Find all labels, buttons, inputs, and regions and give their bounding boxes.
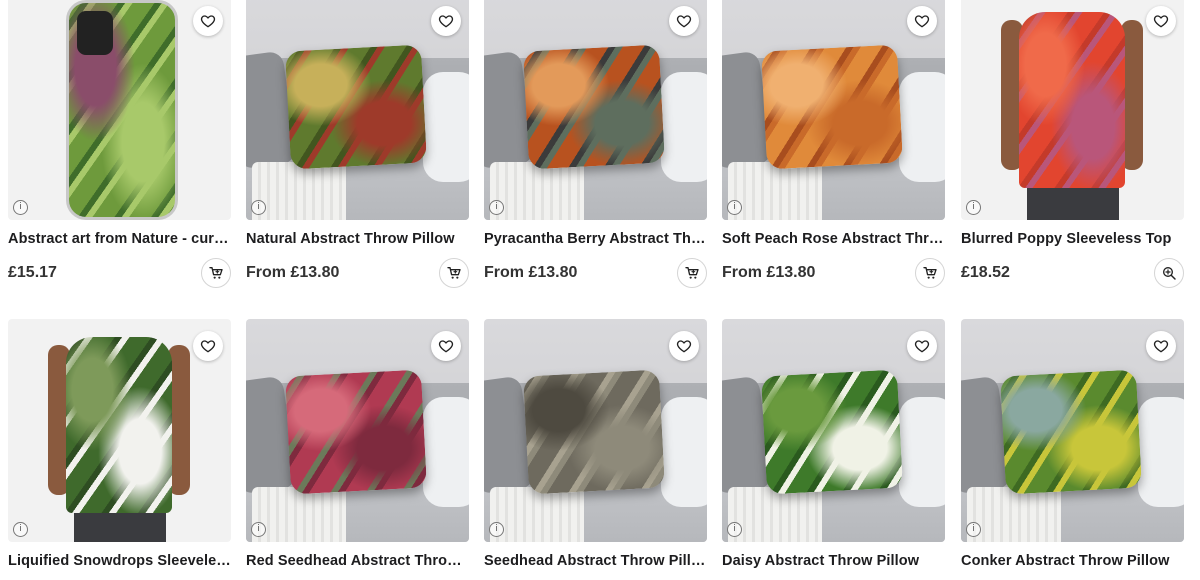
product-price: From £13.80 — [246, 264, 340, 281]
product-image[interactable]: i — [722, 0, 945, 220]
product-title[interactable]: Daisy Abstract Throw Pillow — [722, 553, 945, 569]
cart-icon — [922, 265, 938, 281]
product-title[interactable]: Soft Peach Rose Abstract Throw... — [722, 231, 945, 247]
knitted-throw — [967, 487, 1061, 542]
heart-icon[interactable] — [669, 6, 699, 36]
knitted-throw — [252, 487, 346, 542]
heart-icon[interactable] — [907, 331, 937, 361]
info-icon[interactable]: i — [251, 200, 266, 215]
info-icon[interactable]: i — [13, 522, 28, 537]
knitted-throw — [252, 162, 346, 220]
pillow-artwork — [523, 44, 665, 170]
pillow-artwork — [761, 44, 903, 170]
cart-icon — [208, 265, 224, 281]
info-icon[interactable]: i — [727, 200, 742, 215]
product-image[interactable]: i — [484, 0, 707, 220]
product-image[interactable]: i — [961, 319, 1184, 542]
heart-icon[interactable] — [1146, 331, 1176, 361]
add-to-cart-button[interactable] — [201, 258, 231, 288]
product-title[interactable]: Liquified Snowdrops Sleeveless ... — [8, 553, 231, 569]
white-cushion — [899, 397, 945, 507]
pillow-artwork — [523, 369, 665, 495]
product-title[interactable]: Natural Abstract Throw Pillow — [246, 231, 469, 247]
info-icon[interactable]: i — [966, 522, 981, 537]
product-price: From £13.80 — [484, 264, 578, 281]
white-cushion — [661, 397, 707, 507]
product-card[interactable]: i Blurred Poppy Sleeveless Top £18.52 — [961, 0, 1184, 289]
product-image[interactable]: i — [246, 319, 469, 542]
heart-icon[interactable] — [907, 6, 937, 36]
heart-icon[interactable] — [669, 331, 699, 361]
product-card[interactable]: i Seedhead Abstract Throw Pillow — [484, 319, 707, 569]
product-card[interactable]: i Red Seedhead Abstract Throw P... — [246, 319, 469, 569]
knitted-throw — [490, 162, 584, 220]
add-to-cart-button[interactable] — [915, 258, 945, 288]
info-icon[interactable]: i — [489, 522, 504, 537]
product-card[interactable]: i Daisy Abstract Throw Pillow — [722, 319, 945, 569]
heart-icon[interactable] — [193, 331, 223, 361]
add-to-cart-button[interactable] — [677, 258, 707, 288]
white-cushion — [423, 397, 469, 507]
product-card[interactable]: i Liquified Snowdrops Sleeveless ... — [8, 319, 231, 569]
sleeveless-top-artwork — [1019, 12, 1125, 188]
product-image[interactable]: i — [961, 0, 1184, 220]
white-cushion — [1138, 397, 1184, 507]
cart-icon — [684, 265, 700, 281]
model-pants — [74, 509, 166, 542]
info-icon[interactable]: i — [966, 200, 981, 215]
pillow-artwork — [1000, 369, 1142, 495]
product-card[interactable]: i Abstract art from Nature - curre... £1… — [8, 0, 231, 289]
product-title[interactable]: Abstract art from Nature - curre... — [8, 231, 231, 247]
product-card[interactable]: i Conker Abstract Throw Pillow — [961, 319, 1184, 569]
product-image[interactable]: i — [722, 319, 945, 542]
info-icon[interactable]: i — [489, 200, 504, 215]
product-image[interactable]: i — [8, 0, 231, 220]
white-cushion — [423, 72, 469, 182]
product-title[interactable]: Red Seedhead Abstract Throw P... — [246, 553, 469, 569]
product-price: £15.17 — [8, 264, 57, 281]
knitted-throw — [490, 487, 584, 542]
product-image[interactable]: i — [484, 319, 707, 542]
info-icon[interactable]: i — [13, 200, 28, 215]
white-cushion — [661, 72, 707, 182]
model-torso — [1001, 4, 1143, 220]
product-image[interactable]: i — [246, 0, 469, 220]
heart-icon[interactable] — [431, 331, 461, 361]
phone-case-artwork — [66, 0, 178, 220]
white-cushion — [899, 72, 945, 182]
product-image[interactable]: i — [8, 319, 231, 542]
product-price: From £13.80 — [722, 264, 816, 281]
heart-icon[interactable] — [1146, 6, 1176, 36]
zoom-button[interactable] — [1154, 258, 1184, 288]
product-price: £18.52 — [961, 264, 1010, 281]
product-card[interactable]: i Natural Abstract Throw Pillow From £13… — [246, 0, 469, 289]
pillow-artwork — [761, 369, 903, 495]
info-icon[interactable]: i — [251, 522, 266, 537]
product-title[interactable]: Seedhead Abstract Throw Pillow — [484, 553, 707, 569]
product-card[interactable]: i Soft Peach Rose Abstract Throw... From… — [722, 0, 945, 289]
pillow-artwork — [285, 369, 427, 495]
cart-icon — [446, 265, 462, 281]
sleeveless-top-artwork — [66, 337, 172, 513]
heart-icon[interactable] — [431, 6, 461, 36]
pillow-artwork — [285, 44, 427, 170]
knitted-throw — [728, 487, 822, 542]
zoom-icon — [1161, 265, 1177, 281]
product-title[interactable]: Blurred Poppy Sleeveless Top — [961, 231, 1184, 247]
camera-icon — [77, 11, 113, 55]
product-title[interactable]: Conker Abstract Throw Pillow — [961, 553, 1184, 569]
model-pants — [1027, 184, 1119, 220]
product-card[interactable]: i Pyracantha Berry Abstract Thro... From… — [484, 0, 707, 289]
info-icon[interactable]: i — [727, 522, 742, 537]
heart-icon[interactable] — [193, 6, 223, 36]
knitted-throw — [728, 162, 822, 220]
product-title[interactable]: Pyracantha Berry Abstract Thro... — [484, 231, 707, 247]
add-to-cart-button[interactable] — [439, 258, 469, 288]
model-torso — [48, 329, 190, 542]
